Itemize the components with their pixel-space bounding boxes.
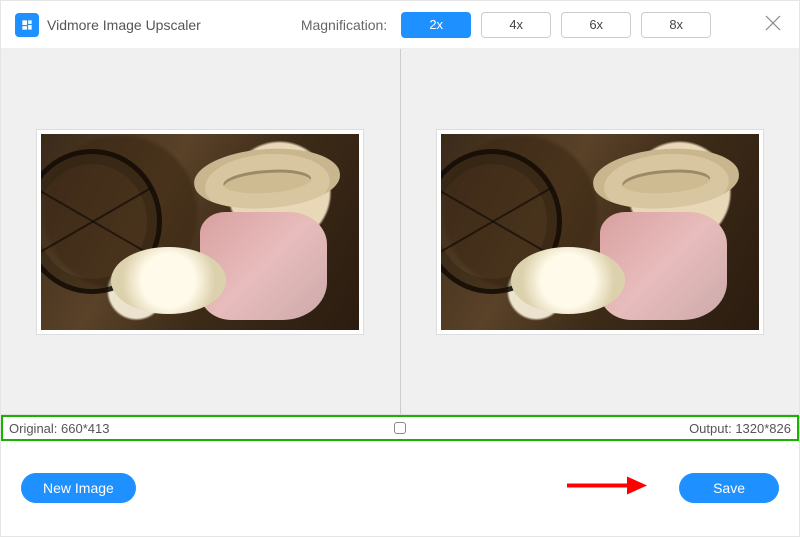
magnification-option-2x[interactable]: 2x bbox=[401, 12, 471, 38]
original-pane bbox=[1, 49, 400, 414]
close-icon[interactable] bbox=[763, 13, 783, 33]
app-window: Vidmore Image Upscaler Magnification: 2x… bbox=[0, 0, 800, 537]
original-image bbox=[41, 134, 359, 330]
magnification-option-6x[interactable]: 6x bbox=[561, 12, 631, 38]
annotation-arrow-icon bbox=[565, 474, 649, 503]
magnification-option-8x[interactable]: 8x bbox=[641, 12, 711, 38]
original-image-frame bbox=[36, 129, 364, 335]
magnification-group: Magnification: 2x 4x 6x 8x bbox=[301, 12, 711, 38]
magnification-option-4x[interactable]: 4x bbox=[481, 12, 551, 38]
header-bar: Vidmore Image Upscaler Magnification: 2x… bbox=[1, 1, 799, 49]
new-image-button[interactable]: New Image bbox=[21, 473, 136, 503]
compare-handle-icon[interactable] bbox=[394, 422, 406, 434]
app-logo-icon bbox=[15, 13, 39, 37]
output-image bbox=[441, 134, 759, 330]
magnification-label: Magnification: bbox=[301, 17, 387, 33]
output-pane bbox=[400, 49, 800, 414]
footer-bar: New Image Save bbox=[1, 441, 799, 535]
output-dimensions: Output: 1320*826 bbox=[689, 421, 791, 436]
output-image-frame bbox=[436, 129, 764, 335]
save-button[interactable]: Save bbox=[679, 473, 779, 503]
dimensions-info-bar: Original: 660*413 Output: 1320*826 bbox=[1, 415, 799, 441]
app-title: Vidmore Image Upscaler bbox=[47, 17, 201, 33]
original-dimensions: Original: 660*413 bbox=[9, 421, 110, 436]
preview-area bbox=[1, 49, 799, 415]
